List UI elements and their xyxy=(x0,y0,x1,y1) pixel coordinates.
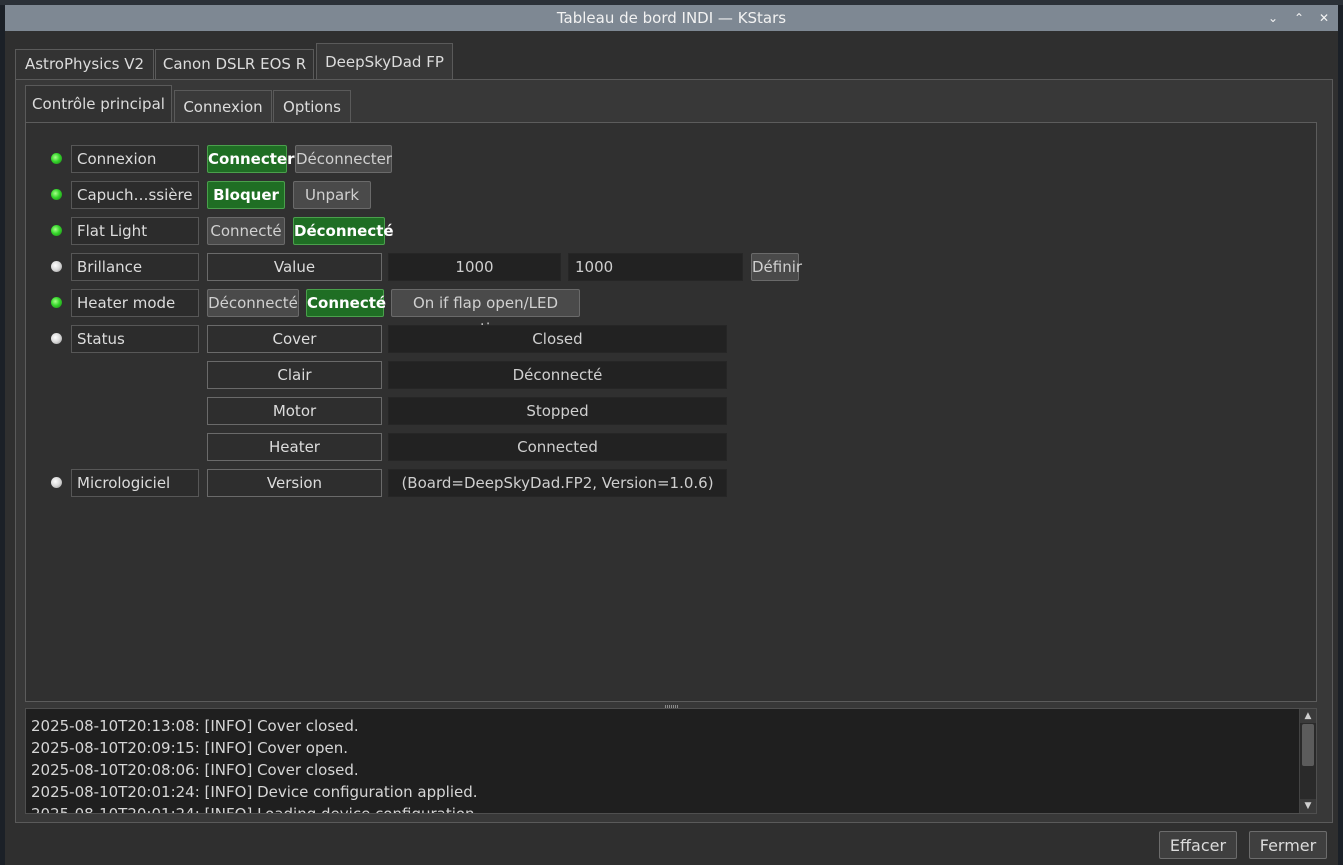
brightness-label: Brillance xyxy=(71,253,199,281)
log-line: 2025-08-10T20:13:08: [INFO] Cover closed… xyxy=(31,717,359,735)
status-light-name: Clair xyxy=(207,361,382,389)
main-control-panel: Connexion Connecter Déconnecter Capuch…s… xyxy=(25,122,1317,702)
unpark-button[interactable]: Unpark xyxy=(293,181,371,209)
connexion-label: Connexion xyxy=(71,145,199,173)
dust-cap-label: Capuch…ssière xyxy=(71,181,199,209)
log-scrollbar[interactable]: ▲ ▼ xyxy=(1299,709,1316,813)
status-motor-value: Stopped xyxy=(388,397,727,425)
tab-options[interactable]: Options xyxy=(273,90,351,122)
firmware-label: Micrologiciel xyxy=(71,469,199,497)
title-bar: Tableau de bord INDI — KStars ⌄ ⌃ ✕ xyxy=(5,5,1338,31)
status-light xyxy=(51,333,62,344)
status-heater-value: Connected xyxy=(388,433,727,461)
set-brightness-button[interactable]: Définir xyxy=(751,253,802,281)
firmware-element-name: Version xyxy=(207,469,382,497)
dust-cap-status-light xyxy=(51,189,62,200)
status-label: Status xyxy=(71,325,199,353)
indi-control-panel-window: Tableau de bord INDI — KStars ⌄ ⌃ ✕ Astr… xyxy=(5,5,1338,865)
status-cover-name: Cover xyxy=(207,325,382,353)
log-line: 2025-08-10T20:08:06: [INFO] Cover closed… xyxy=(31,761,359,779)
flat-light-label: Flat Light xyxy=(71,217,199,245)
tab-connection[interactable]: Connexion xyxy=(174,90,272,122)
close-button[interactable]: Fermer xyxy=(1249,831,1327,859)
disconnect-button[interactable]: Déconnecter xyxy=(295,145,392,173)
status-heater-name: Heater xyxy=(207,433,382,461)
heater-mode-status-light xyxy=(51,297,62,308)
log-line: 2025-08-10T20:09:15: [INFO] Cover open. xyxy=(31,739,348,757)
heater-mode-label: Heater mode xyxy=(71,289,199,317)
tab-astrophysics[interactable]: AstroPhysics V2 xyxy=(15,49,154,79)
flat-light-status-light xyxy=(51,225,62,236)
heater-off-button[interactable]: Déconnecté xyxy=(207,289,299,317)
message-log[interactable]: 2025-08-10T20:13:08: [INFO] Cover closed… xyxy=(25,708,1317,814)
status-light-value: Déconnecté xyxy=(388,361,727,389)
brightness-input[interactable]: 1000 xyxy=(568,253,743,281)
heater-on-button[interactable]: Connecté xyxy=(306,289,386,317)
maximize-icon[interactable]: ⌃ xyxy=(1290,9,1308,27)
scroll-up-icon[interactable]: ▲ xyxy=(1300,709,1316,723)
log-line: 2025-08-10T20:01:24: [INFO] Loading devi… xyxy=(31,805,489,814)
firmware-version-value: (Board=DeepSkyDad.FP2, Version=1.0.6) xyxy=(388,469,727,497)
clear-button[interactable]: Effacer xyxy=(1159,831,1237,859)
tab-deepskydad-fp[interactable]: DeepSkyDad FP xyxy=(316,43,453,79)
minimize-icon[interactable]: ⌄ xyxy=(1264,9,1282,27)
window-title: Tableau de bord INDI — KStars xyxy=(556,9,787,27)
tab-main-control[interactable]: Contrôle principal xyxy=(25,85,172,122)
brightness-current-value: 1000 xyxy=(388,253,561,281)
heater-auto-button[interactable]: On if flap open/LED active xyxy=(391,289,580,338)
firmware-status-light xyxy=(51,477,62,488)
flat-light-on-button[interactable]: Connecté xyxy=(207,217,285,245)
park-button[interactable]: Bloquer xyxy=(207,181,285,209)
status-cover-value: Closed xyxy=(388,325,727,353)
close-icon[interactable]: ✕ xyxy=(1315,9,1333,27)
flat-light-off-button[interactable]: Déconnecté xyxy=(293,217,394,245)
log-line: 2025-08-10T20:01:24: [INFO] Device confi… xyxy=(31,783,478,801)
scroll-thumb[interactable] xyxy=(1302,724,1314,766)
status-motor-name: Motor xyxy=(207,397,382,425)
connect-button[interactable]: Connecter xyxy=(207,145,294,173)
brightness-status-light xyxy=(51,261,62,272)
scroll-down-icon[interactable]: ▼ xyxy=(1300,799,1316,813)
brightness-element-name: Value xyxy=(207,253,382,281)
connexion-status-light xyxy=(51,153,62,164)
tab-canon-dslr[interactable]: Canon DSLR EOS R xyxy=(155,49,314,79)
